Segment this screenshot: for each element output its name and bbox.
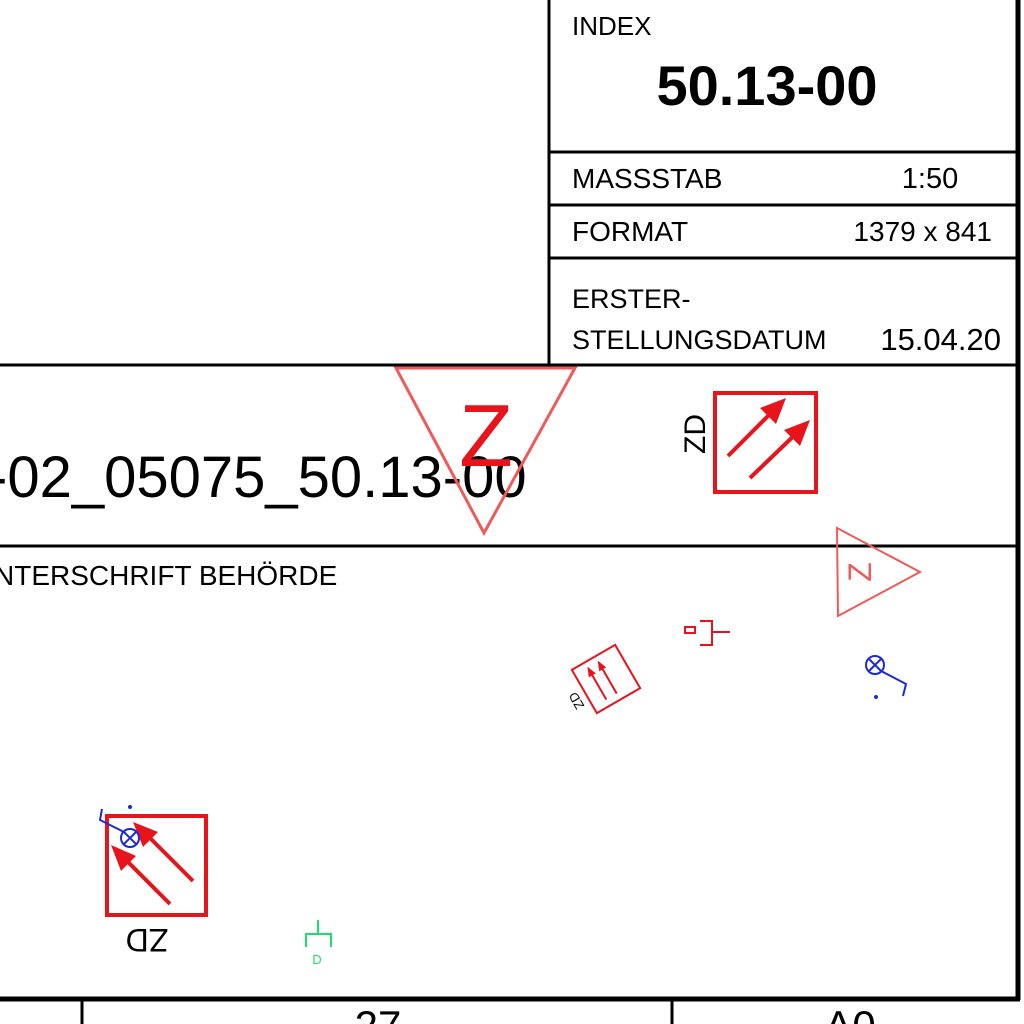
zd-arrow-box-symbol-top: ZD bbox=[679, 391, 818, 494]
green-connector-bracket bbox=[305, 933, 332, 947]
red-connector-bracket bbox=[700, 620, 713, 646]
scale-label: MASSSTAB bbox=[572, 163, 722, 194]
green-connector-label: D bbox=[312, 952, 321, 967]
title-block-frame bbox=[0, 0, 1021, 1024]
zd-label-bottom: ZD bbox=[126, 922, 169, 958]
blue-valve-dot bbox=[874, 695, 878, 699]
format-value: 1379 x 841 bbox=[853, 216, 992, 247]
z-triangle-letter: Z bbox=[459, 386, 513, 485]
zd-small-arrowhead-1 bbox=[587, 666, 596, 678]
format-label: FORMAT bbox=[572, 216, 688, 247]
zd-small-arrow-1 bbox=[589, 671, 608, 701]
z-small-letter: Z bbox=[842, 562, 878, 582]
zd-small-arrowhead-2 bbox=[597, 660, 607, 672]
signature-label: NTERSCHRIFT BEHÖRDE bbox=[0, 560, 337, 591]
zd-small-arrow-2 bbox=[599, 665, 618, 695]
scale-value: 1:50 bbox=[902, 163, 958, 195]
date-label-line2: STELLUNGSDATUM bbox=[572, 325, 827, 355]
blue-valve-left-leader bbox=[98, 808, 125, 833]
bottom-cell-2-text: A0 bbox=[824, 1002, 875, 1024]
green-connector-symbol: D bbox=[305, 920, 332, 967]
date-value: 15.04.20 bbox=[880, 322, 1001, 357]
red-connector-symbol bbox=[684, 620, 730, 646]
z-triangle-symbol-small: Z bbox=[835, 526, 923, 618]
zd-arrow-box-symbol-small: ZD bbox=[566, 643, 642, 715]
blue-valve-left-dot bbox=[128, 805, 132, 809]
red-connector-rect bbox=[684, 626, 696, 634]
blue-valve-symbol-right bbox=[865, 655, 908, 699]
cad-title-block-drawing: INDEX 50.13-00 MASSSTAB 1:50 FORMAT 1379… bbox=[0, 0, 1021, 1024]
bottom-cell-1-text: 27 bbox=[355, 1002, 402, 1024]
index-value: 50.13-00 bbox=[656, 54, 877, 117]
blue-valve-leader bbox=[880, 670, 908, 697]
drawing-number: -02_05075_50.13-00 bbox=[0, 445, 527, 510]
date-label-line1: ERSTER- bbox=[572, 284, 691, 314]
index-label: INDEX bbox=[572, 11, 651, 41]
zd-label-top: ZD bbox=[679, 414, 712, 454]
